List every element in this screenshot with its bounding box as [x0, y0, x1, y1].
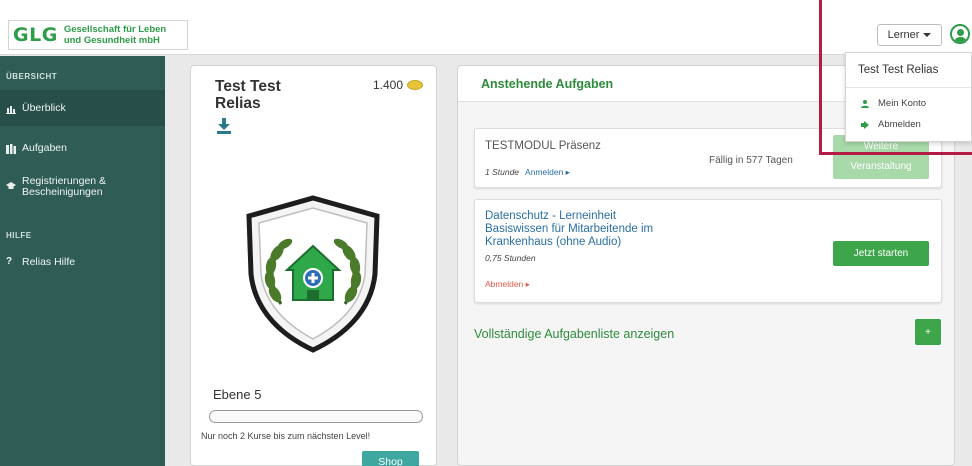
- bar-chart-icon: [6, 106, 16, 114]
- books-icon: [6, 144, 16, 154]
- sidebar-item-registrations[interactable]: Registrierungen & Bescheinigungen: [0, 176, 165, 198]
- role-label: Lerner: [887, 29, 920, 41]
- sidebar-item-overview[interactable]: Überblick: [0, 90, 165, 126]
- profile-card: Test Test Relias 1.400 Ebene 5 Nur noch …: [190, 65, 437, 466]
- points-display: 1.400: [373, 78, 424, 92]
- sidebar-section-help: HILFE: [6, 231, 32, 240]
- button-label: Veranstaltung: [850, 161, 912, 172]
- task-meta: 1 Stunde Anmelden ▸: [485, 167, 570, 178]
- level-progress-bar: [209, 410, 423, 423]
- points-value: 1.400: [373, 78, 404, 92]
- sidebar-item-tasks[interactable]: Aufgaben: [0, 142, 165, 154]
- shop-button[interactable]: Shop: [362, 451, 419, 466]
- task-duration: 0,75 Stunden: [485, 253, 536, 263]
- sign-out-icon: [861, 120, 869, 129]
- sidebar-item-label: Aufgaben: [22, 142, 67, 154]
- level-label: Ebene 5: [213, 387, 262, 402]
- logo-line-2: und Gesundheit mbH: [63, 35, 160, 46]
- level-hint: Nur noch 2 Kurse bis zum nächsten Level!: [201, 431, 371, 441]
- user-dropdown-menu: Test Test Relias Mein Konto Abmelden: [845, 52, 972, 142]
- sidebar-item-label: Überblick: [22, 102, 66, 114]
- unregister-link[interactable]: Abmelden ▸: [485, 279, 530, 290]
- dropdown-user-name: Test Test Relias: [858, 64, 939, 76]
- task-duration: 1 Stunde: [485, 167, 520, 177]
- coin-icon: [407, 80, 424, 90]
- annotation-frame-vertical: [819, 0, 822, 155]
- glg-logo[interactable]: GLG Gesellschaft für Leben und Gesundhei…: [8, 20, 188, 50]
- menu-item-sign-out[interactable]: Abmelden: [861, 119, 921, 130]
- learner-name: Test Test Relias: [215, 78, 281, 112]
- panel-title: Anstehende Aufgaben: [481, 77, 614, 91]
- graduation-cap-icon: [6, 182, 16, 189]
- sidebar-item-label: Relias Hilfe: [22, 256, 76, 268]
- logo-text: Gesellschaft für Leben und Gesundheit mb…: [64, 24, 166, 46]
- sidebar-item-help[interactable]: ? Relias Hilfe: [0, 256, 165, 268]
- task-title[interactable]: TESTMODUL Präsenz: [485, 140, 601, 152]
- person-icon: [861, 99, 869, 108]
- question-icon: ?: [6, 256, 13, 267]
- task-title[interactable]: Datenschutz - Lerneinheit Basiswissen fü…: [485, 210, 653, 249]
- sidebar-item-label: Registrierungen & Bescheinigungen: [22, 175, 107, 198]
- task-card: Datenschutz - Lerneinheit Basiswissen fü…: [474, 199, 942, 303]
- user-avatar-icon[interactable]: [950, 24, 970, 44]
- due-date: Fällig in 577 Tagen: [709, 155, 793, 166]
- level-badge-shield-icon: [246, 195, 380, 353]
- caret-down-icon: [923, 33, 932, 37]
- menu-item-my-account[interactable]: Mein Konto: [861, 98, 926, 109]
- register-link[interactable]: Anmelden ▸: [525, 167, 570, 178]
- sidebar-section-overview: ÜBERSICHT: [6, 72, 58, 81]
- logo-line-1: Gesellschaft für Leben: [63, 24, 167, 35]
- logo-mark: GLG: [13, 24, 58, 46]
- sidebar: ÜBERSICHT Überblick Aufgaben Registrieru…: [0, 56, 165, 466]
- full-task-list-link[interactable]: Vollständige Aufgabenliste anzeigen: [474, 327, 674, 341]
- add-button[interactable]: +: [915, 319, 941, 345]
- annotation-frame-horizontal: [819, 152, 972, 155]
- top-header: GLG Gesellschaft für Leben und Gesundhei…: [0, 0, 972, 55]
- start-now-button[interactable]: Jetzt starten: [833, 241, 929, 266]
- role-dropdown-button[interactable]: Lerner: [877, 24, 942, 46]
- download-icon[interactable]: [217, 118, 231, 134]
- menu-item-label: Mein Konto: [878, 98, 927, 109]
- menu-item-label: Abmelden: [878, 119, 921, 130]
- divider: [846, 87, 971, 88]
